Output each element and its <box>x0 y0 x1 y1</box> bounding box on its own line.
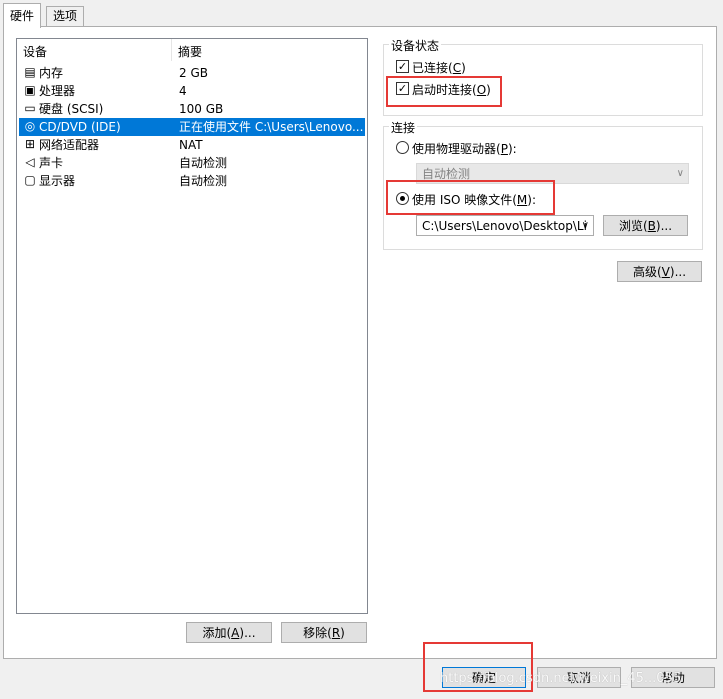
sound-card-icon: ◁ <box>25 155 35 169</box>
advanced-button[interactable]: 高级(V)... <box>617 261 702 282</box>
device-summary: 2 GB <box>179 66 208 80</box>
iso-path-combobox[interactable]: C:\Users\Lenovo\Desktop\Li ∨ <box>416 215 594 236</box>
device-row-network-adapter[interactable]: ⊞ 网络适配器 NAT <box>19 136 365 154</box>
connect-at-power-on-text: 启动时连接 <box>412 83 473 97</box>
connected-checkbox[interactable]: ✓ <box>396 60 409 73</box>
column-separator[interactable] <box>171 39 172 61</box>
device-name: CD/DVD (IDE) <box>39 120 121 134</box>
physical-drive-radio[interactable] <box>396 141 409 154</box>
connect-at-power-on-mnemonic: O <box>476 83 487 97</box>
physical-drive-mnemonic: P <box>500 142 508 156</box>
iso-image-mnemonic: M <box>516 193 528 207</box>
connection-title: 连接 <box>389 119 418 136</box>
device-name: 硬盘 (SCSI) <box>39 102 104 116</box>
tab-hardware[interactable]: 硬件 <box>3 3 42 28</box>
device-summary: 正在使用文件 C:\Users\Lenovo... <box>179 120 364 134</box>
device-summary: 100 GB <box>179 102 224 116</box>
column-header-summary[interactable]: 摘要 <box>178 43 202 61</box>
watermark-text: https://blog.csdn.net/weixin_45...055 <box>440 671 682 686</box>
browse-suffix: )... <box>655 219 673 233</box>
device-row-memory[interactable]: ▤ 内存 2 GB <box>19 64 365 82</box>
device-name: 声卡 <box>39 156 64 170</box>
device-name: 内存 <box>39 66 64 80</box>
iso-image-label[interactable]: 使用 ISO 映像文件(M): <box>412 191 536 208</box>
device-summary: 自动检测 <box>179 156 228 170</box>
physical-drive-text: 使用物理驱动器 <box>412 142 497 156</box>
physical-drive-value: 自动检测 <box>422 167 471 181</box>
remove-mnemonic: R <box>331 626 341 640</box>
browse-button[interactable]: 浏览(B)... <box>603 215 688 236</box>
tab-options-label: 选项 <box>53 9 78 23</box>
connect-at-power-on-label[interactable]: 启动时连接(O) <box>412 81 491 98</box>
chevron-down-icon: ∨ <box>581 220 589 231</box>
device-summary: 自动检测 <box>179 174 228 188</box>
device-row-cd-dvd[interactable]: ◎ CD/DVD (IDE) 正在使用文件 C:\Users\Lenovo... <box>19 118 365 136</box>
browse-mnemonic: B <box>647 219 656 233</box>
processor-icon: ▣ <box>24 83 36 97</box>
remove-device-button[interactable]: 移除(R) <box>281 622 367 643</box>
browse-label: 浏览 <box>618 219 643 233</box>
device-status-group <box>383 44 703 116</box>
device-status-title: 设备状态 <box>389 37 442 54</box>
device-name: 处理器 <box>39 84 76 98</box>
add-device-button[interactable]: 添加(A)... <box>186 622 272 643</box>
hard-disk-icon: ▭ <box>24 101 36 115</box>
device-row-processor[interactable]: ▣ 处理器 4 <box>19 82 365 100</box>
add-label: 添加 <box>202 626 227 640</box>
cd-dvd-icon: ◎ <box>24 119 36 133</box>
physical-drive-select[interactable]: 自动检测 ∨ <box>416 163 689 184</box>
network-adapter-icon: ⊞ <box>24 137 36 151</box>
column-header-device[interactable]: 设备 <box>23 43 47 61</box>
device-summary: 4 <box>179 84 187 98</box>
device-summary: NAT <box>179 138 203 152</box>
radio-dot <box>400 196 405 201</box>
device-name: 显示器 <box>39 174 76 188</box>
iso-image-text: 使用 ISO 映像文件 <box>412 193 513 207</box>
device-row-sound-card[interactable]: ◁ 声卡 自动检测 <box>19 154 365 172</box>
device-name: 网络适配器 <box>39 138 100 152</box>
device-row-hard-disk[interactable]: ▭ 硬盘 (SCSI) 100 GB <box>19 100 365 118</box>
connected-text: 已连接 <box>412 61 449 75</box>
remove-suffix: ) <box>340 626 345 640</box>
chevron-down-icon: ∨ <box>676 168 684 179</box>
add-suffix: )... <box>239 626 256 640</box>
advanced-suffix: )... <box>669 265 687 279</box>
iso-image-radio[interactable] <box>396 192 409 205</box>
connected-label[interactable]: 已连接(C) <box>412 59 466 76</box>
tab-options[interactable]: 选项 <box>46 6 85 27</box>
connect-at-power-on-checkbox[interactable]: ✓ <box>396 82 409 95</box>
advanced-label: 高级 <box>632 265 657 279</box>
remove-label: 移除 <box>303 626 328 640</box>
device-row-display[interactable]: ▢ 显示器 自动检测 <box>19 172 365 190</box>
advanced-mnemonic: V <box>661 265 670 279</box>
tab-hardware-label: 硬件 <box>10 9 35 23</box>
iso-path-value: C:\Users\Lenovo\Desktop\Li <box>422 219 587 233</box>
device-list[interactable]: 设备 摘要 ▤ 内存 2 GB ▣ 处理器 4 ▭ 硬盘 (SCSI) 100 … <box>16 38 368 614</box>
display-icon: ▢ <box>24 173 36 187</box>
memory-icon: ▤ <box>24 65 36 79</box>
physical-drive-label[interactable]: 使用物理驱动器(P): <box>412 140 517 157</box>
connected-mnemonic: C <box>452 61 462 75</box>
